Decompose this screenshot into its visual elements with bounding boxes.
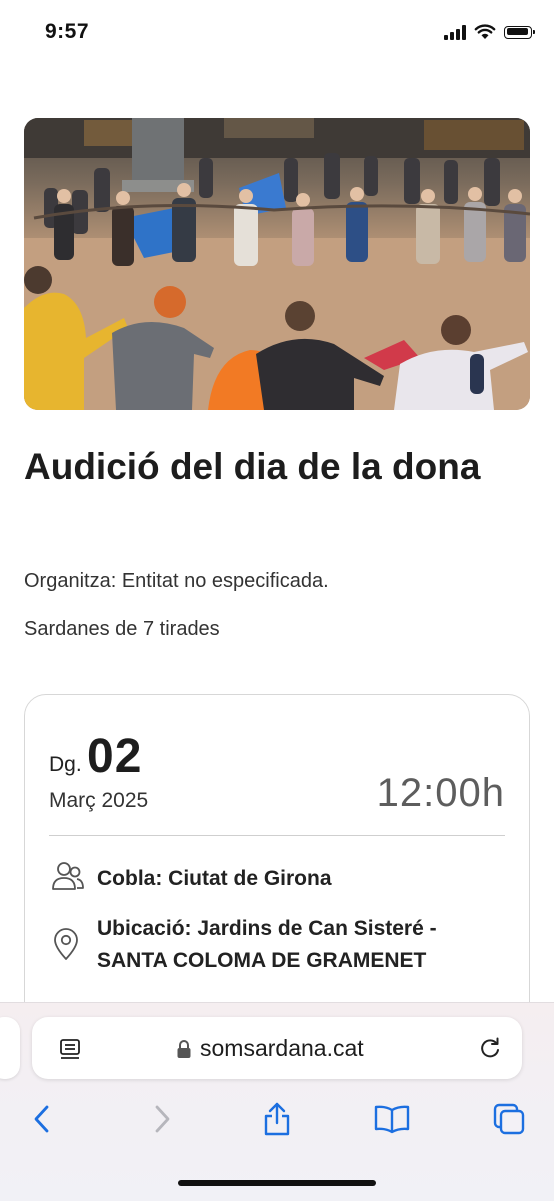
page-menu-icon[interactable] bbox=[58, 1037, 82, 1061]
share-button[interactable] bbox=[257, 1099, 297, 1139]
back-button[interactable] bbox=[22, 1099, 62, 1139]
url-text[interactable]: somsardana.cat bbox=[200, 1035, 364, 1062]
forward-icon[interactable] bbox=[151, 1104, 173, 1134]
day-of-week: Dg. bbox=[49, 753, 82, 776]
month-year: Març 2025 bbox=[49, 789, 149, 812]
event-time: 12:00h bbox=[376, 771, 505, 815]
lock-icon bbox=[177, 1040, 191, 1058]
location-info: Ubicació: Jardins de Can Sisteré - SANTA… bbox=[97, 917, 437, 972]
event-photo bbox=[24, 118, 530, 410]
day-number: 02 bbox=[87, 730, 143, 783]
address-bar[interactable]: somsardana.cat bbox=[32, 1017, 522, 1079]
share-icon[interactable] bbox=[262, 1101, 292, 1137]
people-icon bbox=[52, 862, 84, 890]
forward-button[interactable] bbox=[142, 1099, 182, 1139]
status-icons bbox=[444, 24, 535, 40]
event-description: Sardanes de 7 tirades bbox=[24, 618, 220, 640]
battery-icon bbox=[504, 25, 535, 39]
card-divider bbox=[49, 835, 505, 836]
tabs-button[interactable] bbox=[489, 1099, 529, 1139]
home-indicator[interactable] bbox=[178, 1180, 376, 1186]
location-pin-icon bbox=[54, 928, 78, 960]
event-title: Audició del dia de la dona bbox=[24, 446, 481, 487]
status-bar: 9:57 bbox=[0, 0, 554, 66]
cobla-info: Cobla: Ciutat de Girona bbox=[97, 867, 332, 890]
event-organizer: Organitza: Entitat no especificada. bbox=[24, 570, 329, 592]
event-info-card: Dg. 02 Març 2025 12:00h Cobla: Ciutat de… bbox=[24, 694, 530, 1034]
previous-tab-peek[interactable] bbox=[0, 1017, 20, 1079]
status-time: 9:57 bbox=[45, 20, 90, 43]
bookmarks-button[interactable] bbox=[372, 1099, 412, 1139]
signal-icon bbox=[444, 24, 466, 40]
browser-bottom-bar: somsardana.cat bbox=[0, 1002, 554, 1201]
wifi-icon bbox=[474, 24, 496, 39]
tabs-icon[interactable] bbox=[492, 1102, 526, 1136]
reload-icon[interactable] bbox=[478, 1036, 502, 1060]
bookmarks-icon[interactable] bbox=[373, 1104, 411, 1134]
back-icon[interactable] bbox=[31, 1104, 53, 1134]
